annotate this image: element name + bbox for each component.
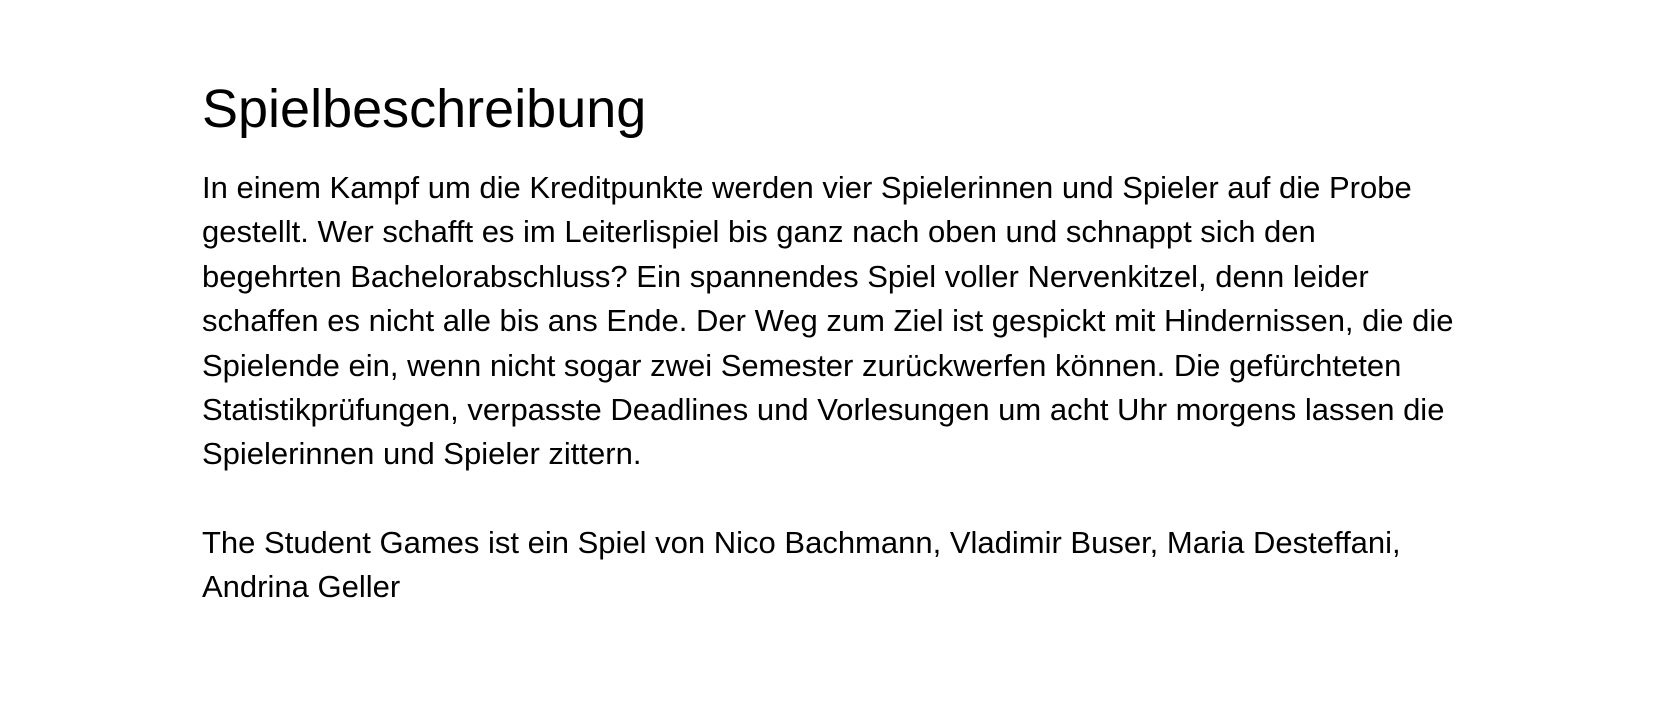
page-title: Spielbeschreibung (202, 79, 647, 139)
game-description-paragraph: In einem Kampf um die Kreditpunkte werde… (202, 170, 1454, 472)
credits-paragraph: The Student Games ist ein Spiel von Nico… (202, 524, 1401, 605)
document-content: Spielbeschreibung In einem Kampf um die … (202, 76, 1462, 610)
